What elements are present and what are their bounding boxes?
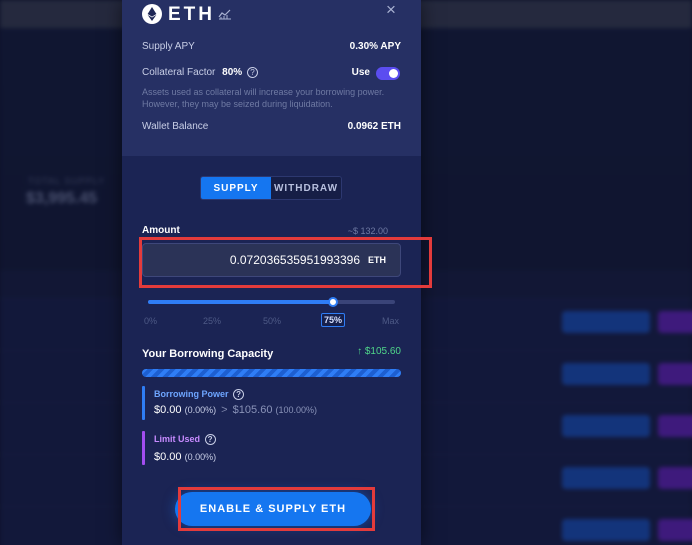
slider-tick-max[interactable]: Max: [382, 316, 399, 326]
borrowing-power-title: Borrowing Power ?: [154, 389, 245, 401]
borrowing-power-after-value: $105.60: [232, 404, 273, 416]
borrowing-power-values: $0.00 (0.00%) > $105.60 (100.00%): [154, 404, 317, 416]
slider-tick-25[interactable]: 25%: [203, 316, 221, 326]
borrowing-capacity-value: ↑ $105.60: [357, 346, 401, 357]
amount-unit: ETH: [368, 255, 386, 265]
collateral-factor-value: 80%: [222, 67, 243, 79]
info-icon[interactable]: ?: [233, 389, 245, 401]
info-icon[interactable]: ?: [204, 434, 216, 446]
limit-used-accent: [142, 431, 145, 465]
supply-modal: ETH × Supply APY 0.30% APY Collateral Fa…: [122, 0, 421, 545]
wallet-balance-value: 0.0962 ETH: [347, 121, 401, 132]
limit-used-title-text: Limit Used: [154, 434, 201, 444]
collateral-note: Assets used as collateral will increase …: [142, 87, 385, 109]
arrow-right-icon: >: [221, 404, 228, 416]
ethereum-icon: [142, 4, 162, 24]
chart-icon[interactable]: [218, 8, 232, 20]
borrowing-power-pct: (0.00%): [184, 405, 217, 415]
amount-slider[interactable]: [148, 297, 395, 307]
coin-symbol: ETH: [168, 4, 215, 25]
amount-usd-estimate: ~$ 132.00: [347, 226, 388, 236]
collateral-factor-text: Collateral Factor: [142, 67, 216, 79]
tab-withdraw[interactable]: WITHDRAW: [271, 177, 341, 199]
toggle-knob: [389, 69, 398, 78]
slider-tick-0[interactable]: 0%: [144, 316, 157, 326]
borrowing-capacity-title: Your Borrowing Capacity: [142, 348, 274, 360]
collateral-factor-label: Collateral Factor 80% ?: [142, 67, 258, 78]
limit-used-pct: (0.00%): [184, 452, 217, 462]
amount-label: Amount: [142, 225, 180, 236]
slider-fill: [148, 300, 334, 304]
info-icon[interactable]: ?: [246, 67, 258, 78]
tab-supply[interactable]: SUPPLY: [201, 177, 271, 199]
borrowing-capacity-bar: [142, 369, 401, 377]
collateral-toggle-label: Use: [351, 67, 370, 78]
borrowing-power-value: $0.00: [154, 404, 182, 416]
borrowing-power-title-text: Borrowing Power: [154, 389, 229, 399]
limit-used-values: $0.00 (0.00%): [154, 451, 216, 463]
collateral-toggle[interactable]: [376, 67, 400, 80]
supply-apy-label: Supply APY: [142, 41, 195, 52]
amount-input[interactable]: [190, 253, 360, 267]
limit-used-title: Limit Used ?: [154, 434, 216, 446]
supply-withdraw-tabs: SUPPLY WITHDRAW: [200, 176, 342, 200]
wallet-balance-label: Wallet Balance: [142, 121, 209, 132]
supply-apy-value: 0.30% APY: [349, 41, 401, 52]
slider-tick-50[interactable]: 50%: [263, 316, 281, 326]
borrowing-power-accent: [142, 386, 145, 420]
enable-supply-button[interactable]: ENABLE & SUPPLY ETH: [175, 492, 371, 526]
borrowing-power-after-pct: (100.00%): [275, 405, 318, 415]
limit-used-value: $0.00: [154, 451, 182, 463]
slider-tick-75[interactable]: 75%: [321, 313, 346, 327]
amount-field: ETH: [142, 243, 401, 277]
close-icon[interactable]: ×: [386, 0, 396, 20]
